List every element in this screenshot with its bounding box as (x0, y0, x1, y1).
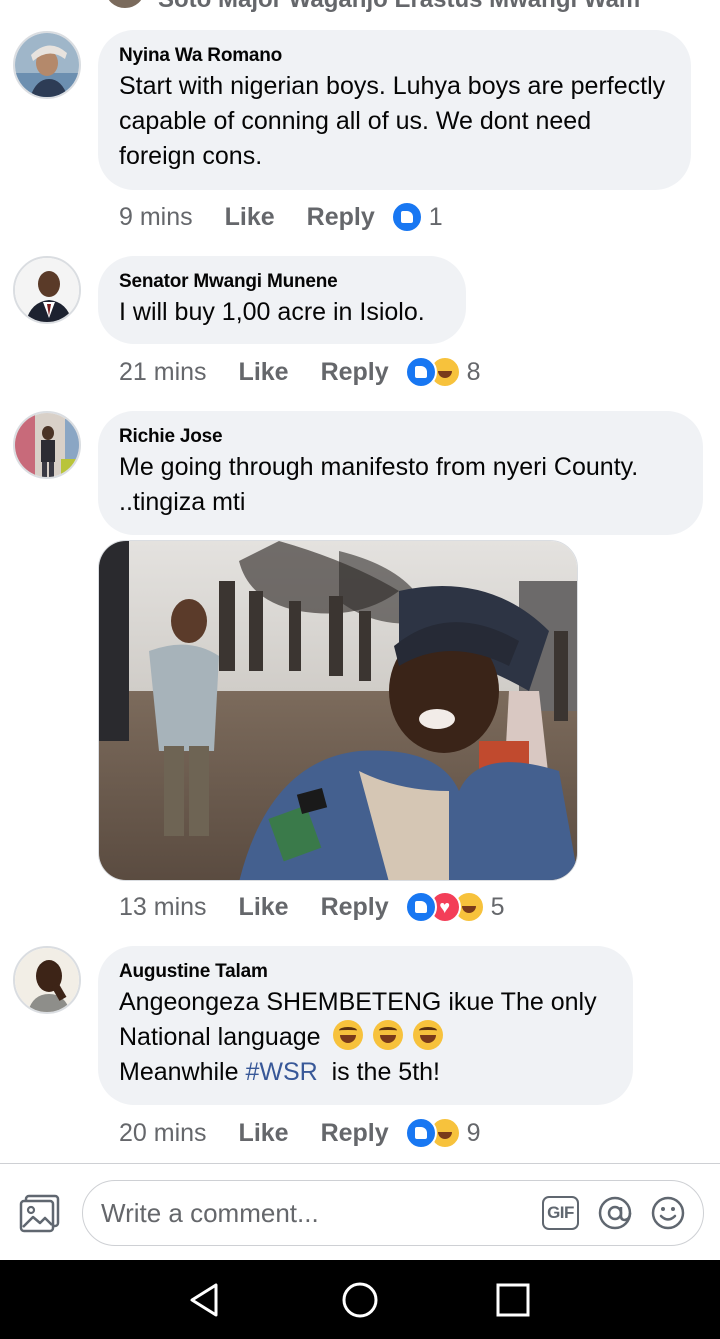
like-button[interactable]: Like (239, 358, 289, 387)
reply-button[interactable]: Reply (321, 1119, 389, 1148)
comment-author[interactable]: Richie Jose (119, 425, 681, 449)
reaction-summary[interactable] (404, 1117, 461, 1149)
comment-text-fragment: is the 5th! (331, 1058, 441, 1086)
comment-bubble: Augustine Talam Angeongeza SHEMBETENG ik… (98, 946, 633, 1105)
previous-comment-text: Soto Major Waganjo Erastus Mwangi Wam (158, 0, 640, 12)
comment-actions: 21 mins Like Reply 8 (119, 354, 481, 390)
reaction-count[interactable]: 1 (429, 203, 443, 232)
comment-input-container: GIF (82, 1180, 704, 1246)
like-button[interactable]: Like (239, 1119, 289, 1148)
comment-text: I will buy 1,00 acre in Isiolo. (119, 298, 425, 326)
gif-icon[interactable]: GIF (542, 1196, 579, 1230)
reaction-summary[interactable] (404, 356, 461, 388)
comment-time[interactable]: 20 mins (119, 1119, 207, 1148)
comment-text: Me going through manifesto from nyeri Co… (119, 453, 639, 516)
comment-author[interactable]: Senator Mwangi Munene (119, 270, 444, 294)
comment-bubble: Richie Jose Me going through manifesto f… (98, 411, 703, 535)
comment-bubble: Senator Mwangi Munene I will buy 1,00 ac… (98, 256, 466, 344)
back-icon[interactable] (186, 1280, 226, 1320)
avatar[interactable] (13, 31, 81, 99)
photo-icon[interactable] (18, 1194, 62, 1234)
reaction-count[interactable]: 5 (491, 893, 505, 922)
comment-author[interactable]: Augustine Talam (119, 960, 611, 984)
comment-time[interactable]: 21 mins (119, 358, 207, 387)
home-icon[interactable] (340, 1280, 380, 1320)
comment-bubble: Nyina Wa Romano Start with nigerian boys… (98, 30, 691, 190)
avatar[interactable] (13, 411, 81, 479)
reply-button[interactable]: Reply (321, 893, 389, 922)
recents-icon[interactable] (493, 1280, 533, 1320)
comment-composer: GIF (0, 1164, 720, 1260)
like-reaction-icon (404, 1117, 437, 1149)
comment-text-line: National language (119, 1020, 611, 1055)
previous-comment-fragment: Soto Major Waganjo Erastus Mwangi Wam (0, 0, 720, 12)
comment-actions: 9 mins Like Reply 1 (119, 199, 443, 235)
comment-text-fragment: National language (119, 1023, 321, 1051)
comment-text: Angeongeza SHEMBETENG ikue The only Nati… (119, 985, 611, 1090)
comment-text-line: Meanwhile #WSR is the 5th! (119, 1055, 611, 1090)
like-reaction-icon (404, 356, 437, 388)
avatar (106, 0, 144, 8)
at-icon[interactable] (597, 1195, 633, 1231)
reaction-summary[interactable] (390, 201, 423, 233)
laughing-emoji-icon (412, 1020, 443, 1050)
reply-button[interactable]: Reply (321, 358, 389, 387)
like-button[interactable]: Like (239, 893, 289, 922)
comment-actions: 13 mins Like Reply 5 (119, 889, 505, 925)
avatar[interactable] (13, 256, 81, 324)
hashtag-link[interactable]: #WSR (245, 1058, 317, 1086)
system-navigation-bar (0, 1260, 720, 1339)
avatar[interactable] (13, 946, 81, 1014)
laughing-emoji-icon (372, 1020, 403, 1050)
like-reaction-icon (404, 891, 437, 923)
laughing-emoji-icon (332, 1020, 363, 1050)
comment-photo[interactable] (98, 540, 578, 881)
comment-time[interactable]: 9 mins (119, 203, 193, 232)
comment-text-fragment: Meanwhile (119, 1058, 239, 1086)
comment-text-line: Angeongeza SHEMBETENG ikue The only (119, 988, 597, 1016)
like-reaction-icon (390, 201, 423, 233)
reaction-summary[interactable] (404, 891, 485, 923)
reaction-count[interactable]: 9 (467, 1119, 481, 1148)
emoji-icon[interactable] (650, 1195, 686, 1231)
reply-button[interactable]: Reply (307, 203, 375, 232)
comment-input[interactable] (101, 1191, 531, 1235)
like-button[interactable]: Like (225, 203, 275, 232)
comment-author[interactable]: Nyina Wa Romano (119, 44, 669, 68)
reaction-count[interactable]: 8 (467, 358, 481, 387)
comment-text: Start with nigerian boys. Luhya boys are… (119, 72, 666, 170)
comment-time[interactable]: 13 mins (119, 893, 207, 922)
comment-actions: 20 mins Like Reply 9 (119, 1115, 481, 1151)
